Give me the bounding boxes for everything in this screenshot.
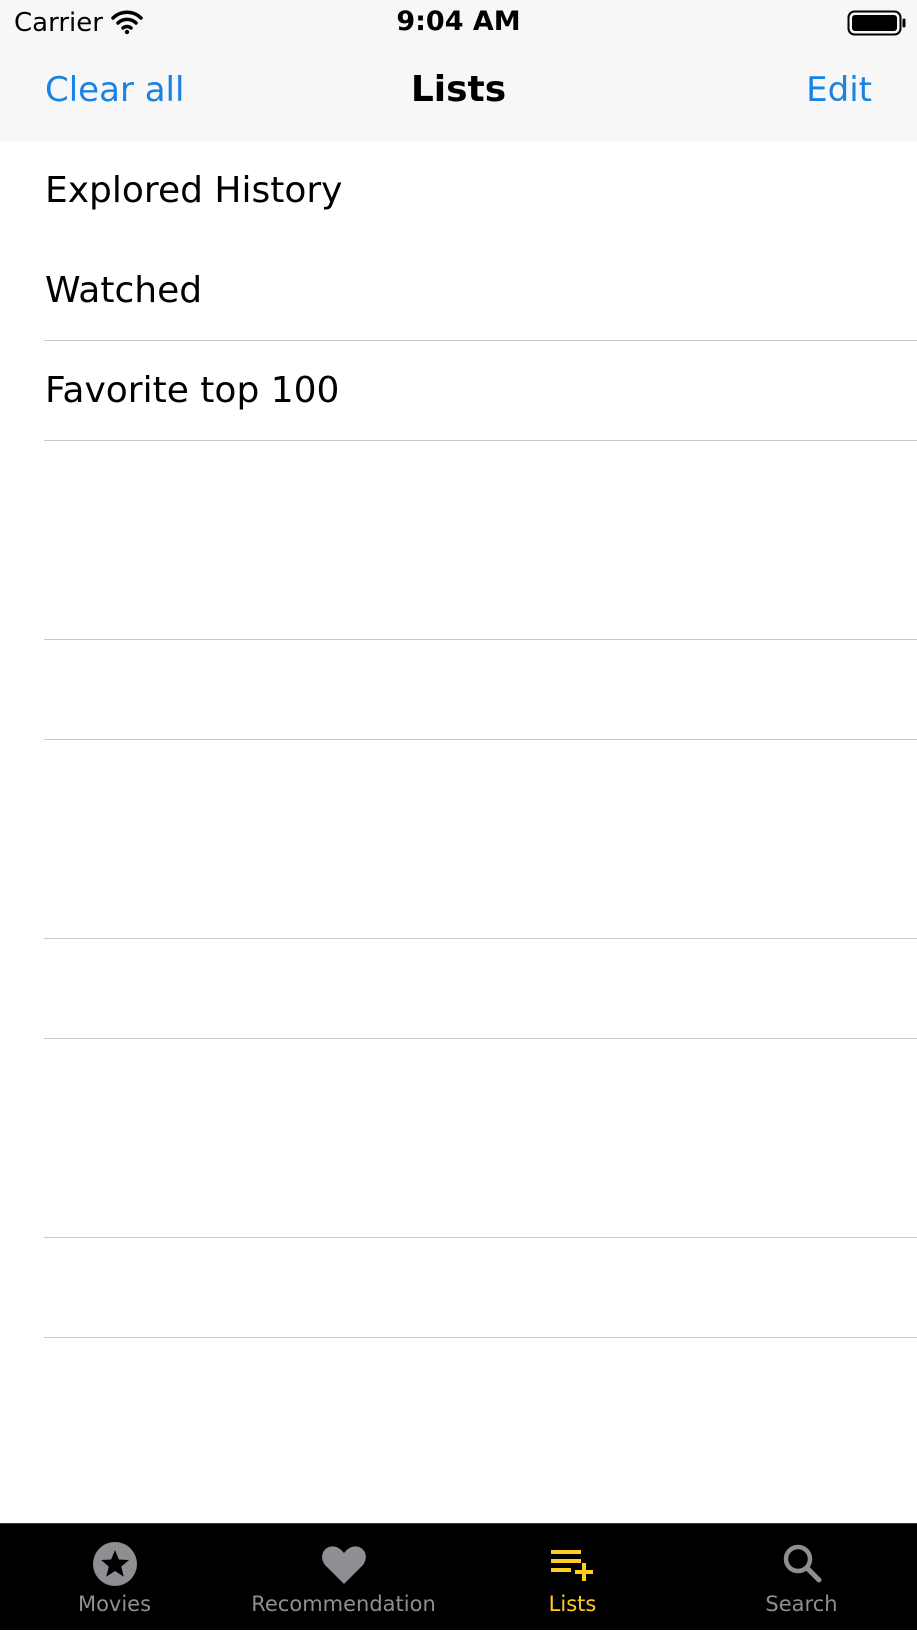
tab-search[interactable]: Search	[687, 1524, 916, 1631]
list-item[interactable]: Favorite top 100	[0, 341, 917, 441]
star-circle-icon	[92, 1542, 137, 1586]
tab-recommendation[interactable]: Recommendation	[229, 1524, 458, 1631]
list-item-label: Favorite top 100	[45, 370, 340, 411]
list-item-label: Watched	[45, 270, 203, 311]
row-separator	[44, 938, 917, 939]
tab-label: Search	[765, 1592, 838, 1616]
edit-button[interactable]: Edit	[806, 68, 872, 112]
tab-bar: Movies Recommendation Lists Search	[0, 1523, 917, 1630]
tab-label: Recommendation	[251, 1592, 436, 1616]
row-separator	[44, 639, 917, 640]
lists-table[interactable]: Explored History Watched Favorite top 10…	[0, 141, 917, 1523]
page-title: Lists	[410, 69, 507, 110]
list-item[interactable]: Watched	[0, 241, 917, 341]
magnifier-icon	[783, 1544, 821, 1583]
tab-label: Movies	[77, 1592, 152, 1616]
playlist-add-icon	[550, 1550, 593, 1581]
heart-icon	[321, 1546, 366, 1584]
status-bar: Carrier 9:04 AM	[0, 0, 917, 46]
list-item-label: Explored History	[45, 170, 343, 211]
tab-movies[interactable]: Movies	[0, 1524, 229, 1631]
battery-icon	[847, 10, 906, 36]
navigation-bar: Clear all Lists Edit	[0, 46, 917, 141]
row-separator	[44, 1337, 917, 1338]
status-time: 9:04 AM	[396, 6, 521, 37]
row-separator	[44, 1038, 917, 1039]
row-separator	[44, 440, 917, 441]
list-item[interactable]: Explored History	[0, 141, 917, 241]
tab-lists[interactable]: Lists	[458, 1524, 687, 1631]
tab-label: Lists	[548, 1592, 597, 1616]
row-separator	[44, 739, 917, 740]
row-separator	[44, 1237, 917, 1238]
